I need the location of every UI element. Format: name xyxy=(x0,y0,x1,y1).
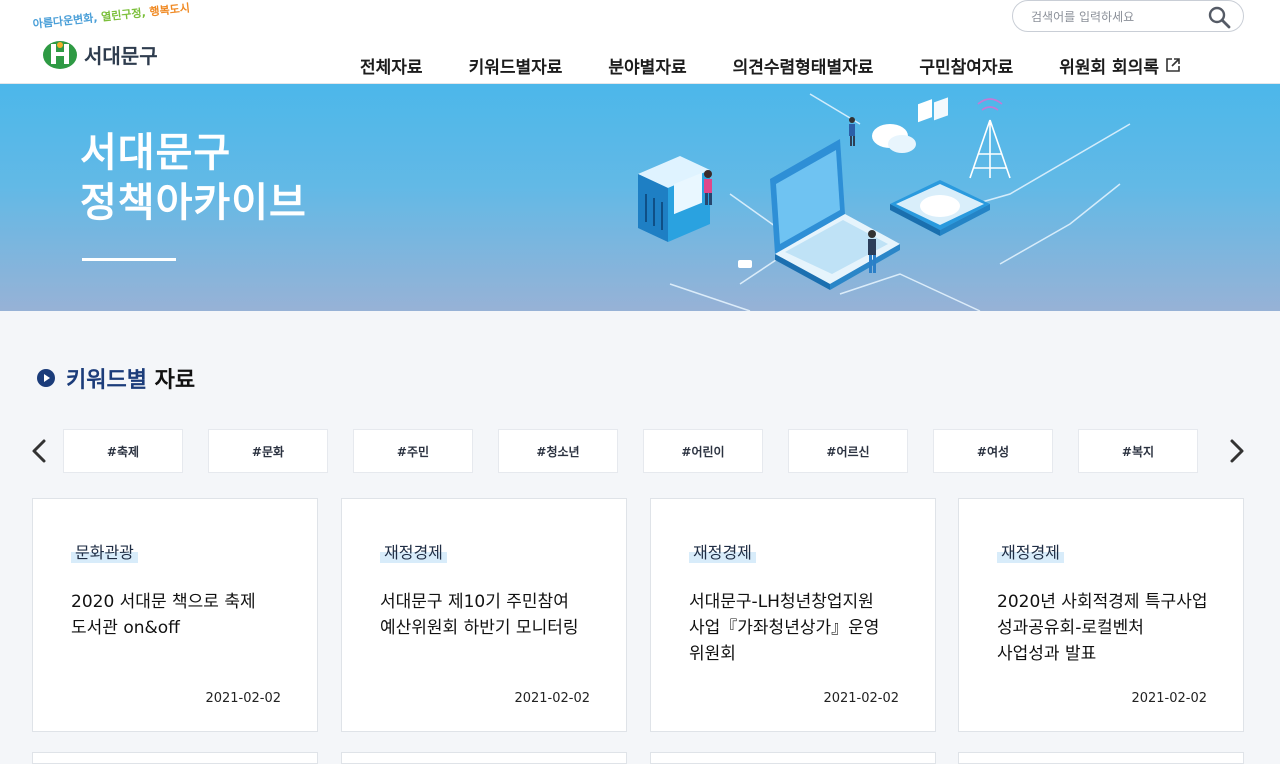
archive-card[interactable]: 재정경제 서대문구 제10기 주민참여 예산위원회 하반기 모니터링 2021-… xyxy=(341,498,627,732)
banner-illustration xyxy=(638,93,1131,311)
cloud-illustration xyxy=(872,97,948,153)
card-title: 2020년 사회적경제 특구사업 성과공유회-로컬벤처 사업성과 발표 xyxy=(997,592,1208,664)
search-box xyxy=(1012,0,1244,32)
logo-name: 서대문구 xyxy=(84,44,158,68)
nav-item-citizen[interactable]: 구민참여자료 xyxy=(919,52,1013,78)
site-logo[interactable]: 아름다운변화, 열린구정, 행복도시 서대문구 xyxy=(32,1,192,74)
usb-illustration xyxy=(738,260,752,268)
logo-slogan: 아름다운변화, 열린구정, 행복도시 xyxy=(32,1,191,31)
nav-item-opinion-type[interactable]: 의견수렴형태별자료 xyxy=(733,52,874,78)
archive-card[interactable]: 재정경제 서대문구-LH청년창업지원 사업『가좌청년상가』운영 위원회 2021… xyxy=(650,498,936,732)
seodaemun-emblem-icon xyxy=(43,41,77,69)
banner-title: 서대문구 정책아카이브 xyxy=(80,130,307,226)
keyword-chip-children[interactable]: #어린이 xyxy=(643,429,763,473)
keyword-carousel: #축제 #문화 #주민 #청소년 #어린이 #어르신 #여성 #복지 xyxy=(0,428,1280,474)
keyword-chip-festival[interactable]: #축제 xyxy=(63,429,183,473)
card-date: 2021-02-02 xyxy=(514,691,590,706)
laptop-illustration xyxy=(770,139,900,290)
nav-item-field[interactable]: 분야별자료 xyxy=(608,52,686,78)
search-icon[interactable] xyxy=(1207,5,1231,29)
archive-card[interactable]: 재정경제 2020년 사회적경제 특구사업 성과공유회-로컬벤처 사업성과 발표… xyxy=(958,498,1244,732)
archive-card-partial[interactable] xyxy=(958,752,1244,764)
server-illustration xyxy=(638,156,710,242)
chevron-right-icon[interactable] xyxy=(1224,438,1248,464)
archive-card[interactable]: 문화관광 2020 서대문 책으로 축제 도서관 on&off 2021-02-… xyxy=(32,498,318,732)
person-figure-3 xyxy=(868,230,876,273)
person-figure-1 xyxy=(704,170,712,205)
card-category: 재정경제 xyxy=(997,539,1064,563)
keyword-chip-resident[interactable]: #주민 xyxy=(353,429,473,473)
archive-card-partial[interactable] xyxy=(341,752,627,764)
keyword-chip-women[interactable]: #여성 xyxy=(933,429,1053,473)
archive-card-partial[interactable] xyxy=(32,752,318,764)
card-category: 문화관광 xyxy=(71,539,138,563)
antenna-tower-icon xyxy=(969,98,1011,179)
card-date: 2021-02-02 xyxy=(823,691,899,706)
play-circle-icon xyxy=(37,369,55,387)
external-link-icon xyxy=(1166,58,1180,72)
person-figure-2 xyxy=(849,117,855,146)
mouse-illustration xyxy=(890,180,990,236)
keyword-chip-welfare[interactable]: #복지 xyxy=(1078,429,1198,473)
hero-banner: 서대문구 정책아카이브 xyxy=(0,84,1280,311)
section-title: 키워드별 자료 xyxy=(66,368,196,393)
card-title: 2020 서대문 책으로 축제 도서관 on&off xyxy=(71,592,256,638)
nav-item-keyword[interactable]: 키워드별자료 xyxy=(469,52,563,78)
keyword-chip-seniors[interactable]: #어르신 xyxy=(788,429,908,473)
search-input[interactable] xyxy=(1031,7,1201,27)
card-date: 2021-02-02 xyxy=(1131,691,1207,706)
card-title: 서대문구 제10기 주민참여 예산위원회 하반기 모니터링 xyxy=(380,592,579,638)
nav-item-all[interactable]: 전체자료 xyxy=(360,52,423,78)
chevron-left-icon[interactable] xyxy=(28,438,52,464)
banner-underline xyxy=(82,258,176,261)
nav-item-committee-minutes[interactable]: 위원회 회의록 xyxy=(1059,52,1181,78)
card-title: 서대문구-LH청년창업지원 사업『가좌청년상가』운영 위원회 xyxy=(689,592,880,664)
card-date: 2021-02-02 xyxy=(205,691,281,706)
keyword-chip-youth[interactable]: #청소년 xyxy=(498,429,618,473)
keyword-chip-culture[interactable]: #문화 xyxy=(208,429,328,473)
section-heading: 키워드별 자료 xyxy=(36,362,195,394)
main-nav: 전체자료 키워드별자료 분야별자료 의견수렴형태별자료 구민참여자료 위원회 회… xyxy=(360,52,1181,78)
archive-card-partial[interactable] xyxy=(650,752,936,764)
site-header: 아름다운변화, 열린구정, 행복도시 서대문구 전체자료 키워드별자료 분야별자… xyxy=(0,0,1280,84)
card-category: 재정경제 xyxy=(380,539,447,563)
card-category: 재정경제 xyxy=(689,539,756,563)
